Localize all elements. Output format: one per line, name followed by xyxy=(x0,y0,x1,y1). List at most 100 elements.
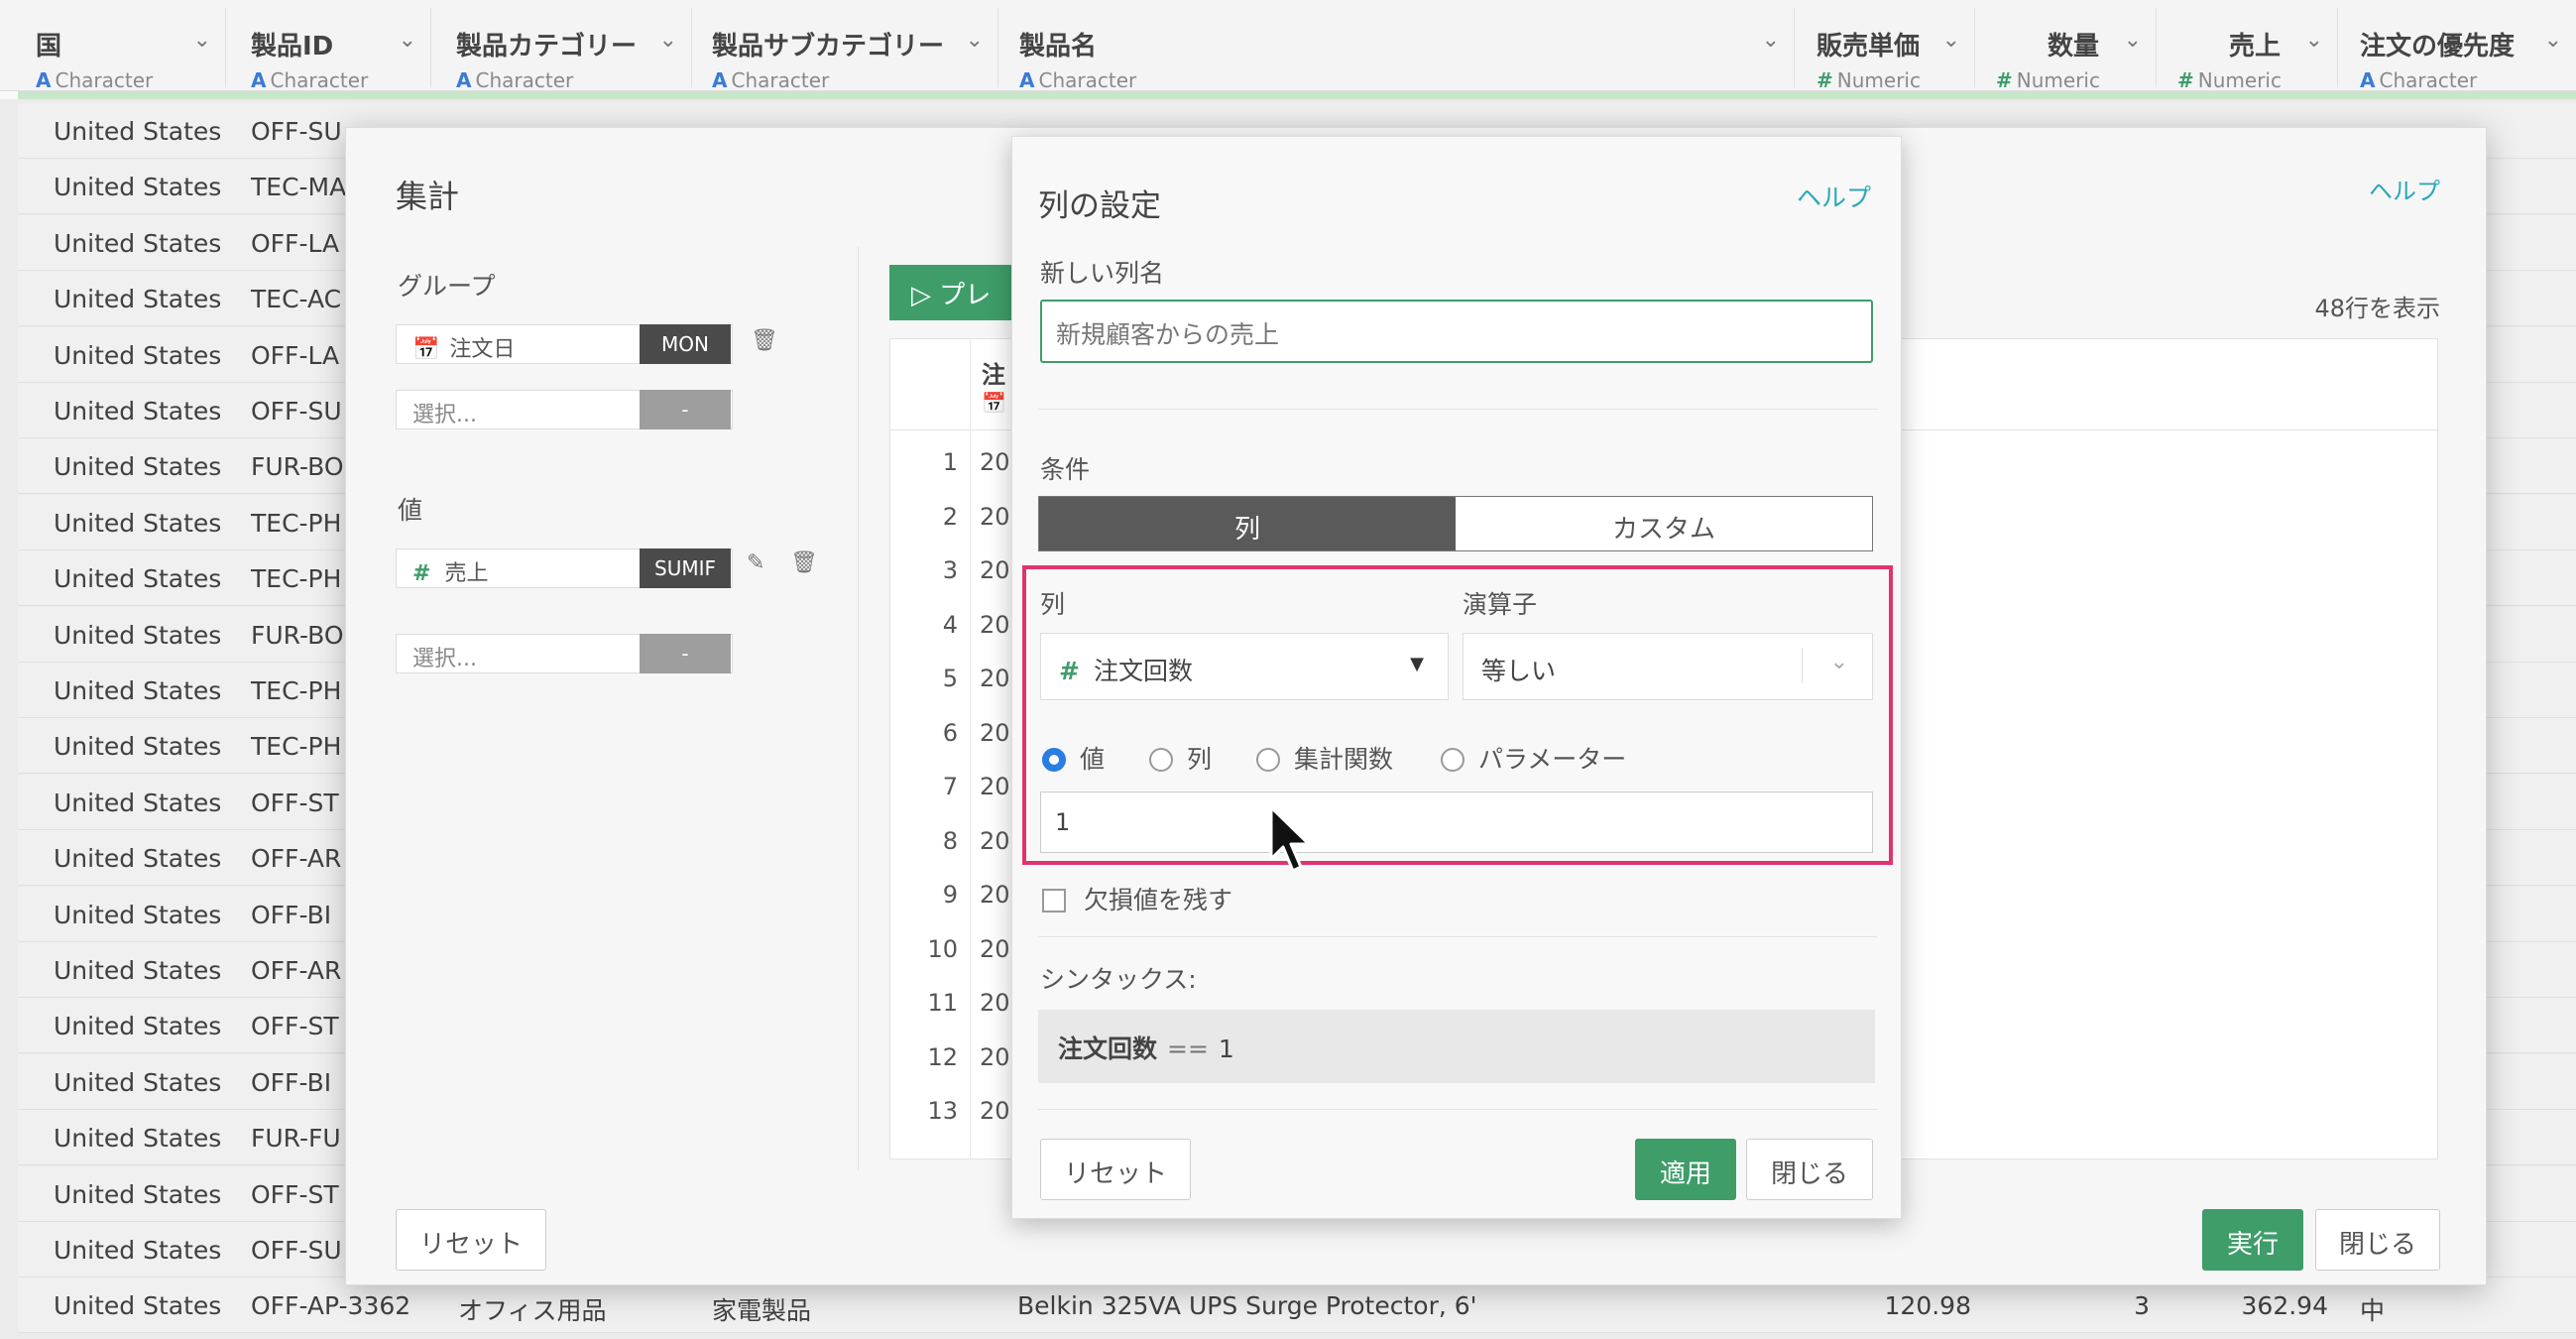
row-index: 1 xyxy=(942,448,958,476)
apply-button[interactable]: 適用 xyxy=(1635,1139,1736,1200)
chevron-down-icon[interactable]: ⌄ xyxy=(2124,28,2142,53)
tab-custom[interactable]: カスタム xyxy=(1456,497,1872,550)
chevron-down-icon[interactable]: ⌄ xyxy=(2305,28,2323,53)
new-column-name-input[interactable]: 新規顧客からの売上 xyxy=(1040,300,1873,363)
row-value: 20 xyxy=(980,881,1010,909)
reset-button[interactable]: リセット xyxy=(1040,1139,1191,1200)
checkbox-icon xyxy=(1042,889,1066,913)
divider xyxy=(1038,409,1877,410)
numeric-type-icon: # xyxy=(1816,68,1833,92)
syntax-preview: 注文回数 == 1 xyxy=(1038,1010,1875,1083)
group-select-tag[interactable]: - xyxy=(640,390,731,429)
chevron-down-icon[interactable]: ⌄ xyxy=(966,28,984,53)
group-function-tag[interactable]: MON xyxy=(640,324,731,364)
value-select-tag[interactable]: - xyxy=(640,634,731,673)
column-header-quantity[interactable]: 数量 # Numeric ⌄ xyxy=(1978,8,2157,92)
value-label: 値 xyxy=(398,496,423,525)
preview-button[interactable]: ▷ プレ xyxy=(889,265,1028,320)
chevron-down-icon[interactable]: ⌄ xyxy=(2544,28,2562,53)
grid-header: 国 A Character ⌄ 製品ID A Character ⌄ 製品カテゴリー… xyxy=(0,0,2576,92)
trash-icon[interactable]: 🗑 xyxy=(790,550,818,575)
divider xyxy=(1038,936,1877,937)
help-link[interactable]: ヘルプ xyxy=(2369,172,2440,206)
column-header-sales[interactable]: 売上 # Numeric ⌄ xyxy=(2160,8,2338,92)
character-type-icon: A xyxy=(1019,68,1035,92)
row-value: 20 xyxy=(980,556,1010,584)
row-value: 20 xyxy=(980,502,1010,531)
help-link[interactable]: ヘルプ xyxy=(1797,179,1871,214)
value-function-tag[interactable]: SUMIF xyxy=(640,548,731,588)
row-value: 20 xyxy=(980,773,1010,800)
tab-column[interactable]: 列 xyxy=(1039,497,1456,550)
trash-icon[interactable]: 🗑 xyxy=(751,328,778,353)
close-button[interactable]: 閉じる xyxy=(2315,1209,2440,1271)
group-label: グループ xyxy=(398,272,496,301)
radio-column[interactable]: 列 xyxy=(1149,740,1212,776)
column-header-category[interactable]: 製品カテゴリー A Character ⌄ xyxy=(438,8,692,92)
chevron-down-icon[interactable]: ⌄ xyxy=(1762,28,1780,53)
reset-button[interactable]: リセット xyxy=(396,1209,546,1271)
column-quality-bar xyxy=(18,91,2576,99)
radio-icon xyxy=(1149,748,1173,772)
divider xyxy=(1802,648,1803,683)
row-value: 20 xyxy=(980,1042,1010,1071)
calendar-icon: 📅 xyxy=(412,337,440,362)
close-button[interactable]: 閉じる xyxy=(1746,1139,1873,1200)
edit-icon[interactable]: ✎ xyxy=(747,550,764,575)
caret-down-icon: ▼ xyxy=(1410,654,1424,674)
row-index: 10 xyxy=(927,934,958,963)
row-index: 6 xyxy=(942,718,958,747)
character-type-icon: A xyxy=(36,68,52,92)
row-value: 20 xyxy=(980,1097,1010,1125)
radio-value[interactable]: 値 xyxy=(1042,740,1105,776)
chevron-down-icon[interactable]: ⌄ xyxy=(399,28,416,53)
aggregate-dialog-title: 集計 xyxy=(396,178,460,215)
radio-selected-icon xyxy=(1042,748,1066,772)
row-index: 4 xyxy=(942,610,958,639)
column-settings-dialog: 列の設定 ヘルプ 新しい列名 新規顧客からの売上 条件 列 カスタム 列 演算子… xyxy=(1011,136,1902,1219)
radio-parameter[interactable]: パラメーター xyxy=(1441,740,1626,776)
row-value: 20 xyxy=(980,448,1010,476)
row-index: 7 xyxy=(942,773,958,800)
radio-aggregate[interactable]: 集計関数 xyxy=(1256,740,1393,776)
column-select[interactable]: # 注文回数 ▼ xyxy=(1040,633,1449,700)
row-value: 20 xyxy=(980,610,1010,639)
column-header-product-name[interactable]: 製品名 A Character ⌄ xyxy=(1001,8,1795,92)
radio-icon xyxy=(1441,748,1464,772)
numeric-type-icon: # xyxy=(1059,657,1080,685)
column-header-subcategory[interactable]: 製品サブカテゴリー A Character ⌄ xyxy=(694,8,998,92)
mouse-cursor-icon xyxy=(1269,805,1311,873)
divider xyxy=(1038,1109,1877,1110)
condition-mode-toggle: 列 カスタム xyxy=(1038,496,1873,551)
operator-label: 演算子 xyxy=(1463,590,1538,619)
row-index: 5 xyxy=(942,665,958,692)
column-settings-title: 列の設定 xyxy=(1038,188,1161,224)
row-index: 2 xyxy=(942,502,958,531)
column-header-unit-price[interactable]: 販売単価 # Numeric ⌄ xyxy=(1799,8,1975,92)
row-value: 20 xyxy=(980,934,1010,963)
row-value: 20 xyxy=(980,665,1010,692)
condition-value-input[interactable]: 1 xyxy=(1040,791,1873,853)
chevron-down-icon[interactable]: ⌄ xyxy=(659,28,677,53)
column-header-country[interactable]: 国 A Character ⌄ xyxy=(18,8,226,92)
rows-count: 48行を表示 xyxy=(2314,295,2440,322)
play-icon: ▷ xyxy=(911,281,931,310)
character-type-icon: A xyxy=(2360,68,2376,92)
divider xyxy=(858,247,859,1169)
row-index: 12 xyxy=(927,1042,958,1071)
keep-missing-checkbox[interactable]: 欠損値を残す xyxy=(1042,881,1232,916)
chevron-down-icon[interactable]: ⌄ xyxy=(193,28,211,53)
chevron-down-icon[interactable]: ⌄ xyxy=(1942,28,1960,53)
calendar-icon: 📅 xyxy=(982,391,1006,415)
row-value: 20 xyxy=(980,718,1010,747)
new-column-name-label: 新しい列名 xyxy=(1040,259,1165,288)
row-value: 20 xyxy=(980,989,1010,1017)
character-type-icon: A xyxy=(456,68,472,92)
run-button[interactable]: 実行 xyxy=(2202,1209,2303,1271)
row-index: 13 xyxy=(927,1097,958,1125)
operator-select[interactable]: 等しい ⌄ xyxy=(1463,633,1873,700)
column-header-product-id[interactable]: 製品ID A Character ⌄ xyxy=(233,8,431,92)
column-header-priority[interactable]: 注文の優先度 A Character ⌄ xyxy=(2342,8,2576,92)
condition-label: 条件 xyxy=(1040,455,1091,484)
syntax-label: シンタックス: xyxy=(1040,965,1197,994)
